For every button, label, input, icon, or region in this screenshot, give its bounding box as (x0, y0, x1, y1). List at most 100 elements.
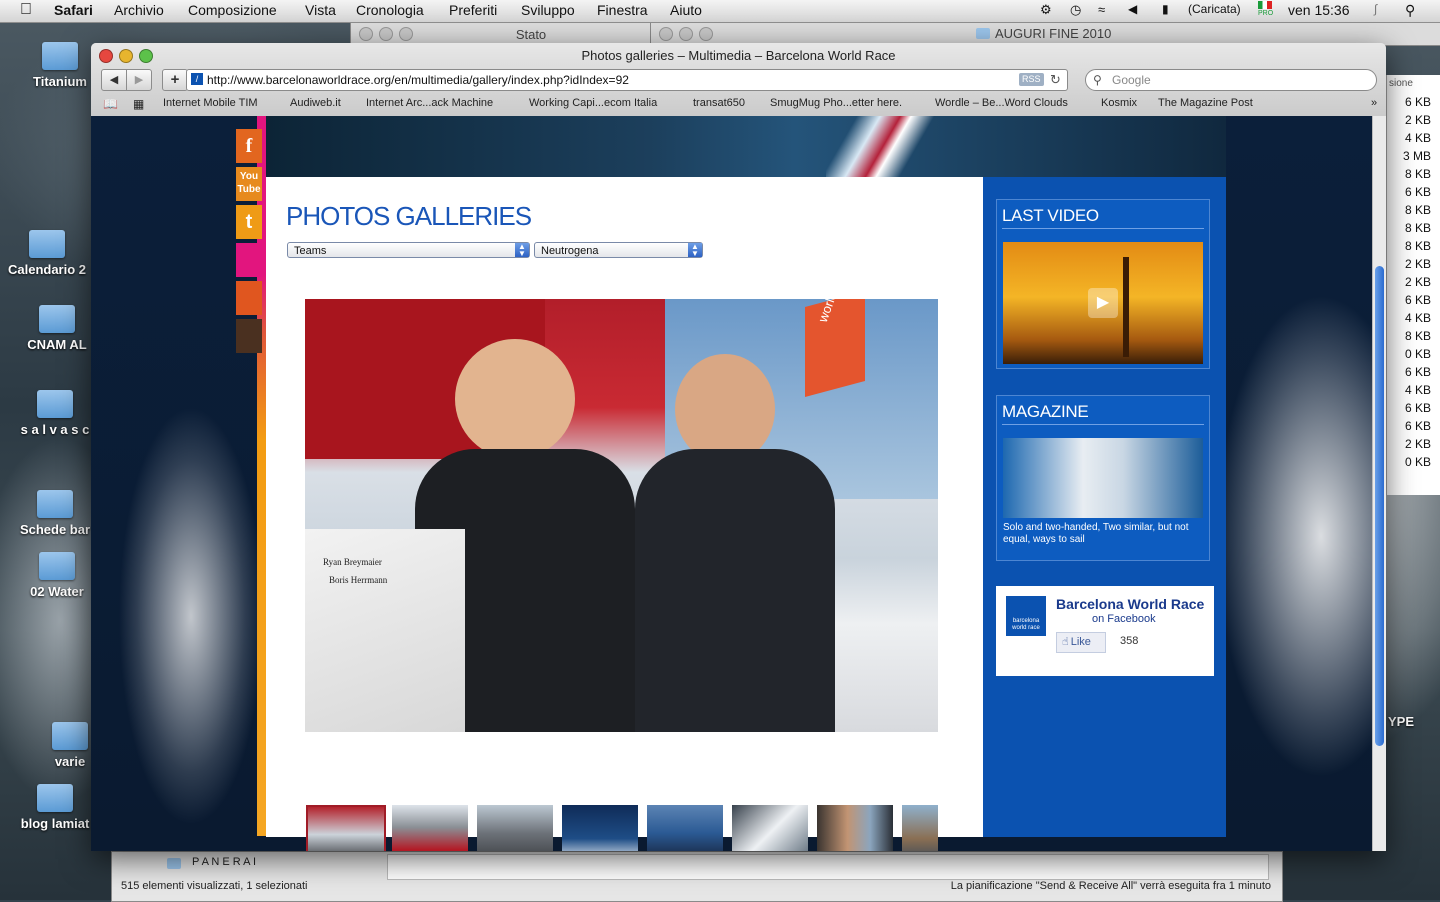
facebook-icon[interactable]: f (236, 129, 262, 163)
menu-composizione[interactable]: Composizione (188, 2, 277, 18)
social-slot (236, 319, 262, 353)
bookmark-item[interactable]: Wordle – Be...Word Clouds (935, 97, 1068, 109)
page-title: PHOTOS GALLERIES (286, 201, 532, 231)
app-menu[interactable]: Safari (54, 2, 93, 18)
last-video-thumbnail[interactable]: ▶ (1003, 242, 1203, 364)
back-arrow-icon: ◀ (109, 74, 119, 86)
search-field[interactable]: ⚲ Google (1085, 69, 1377, 91)
menu-preferiti[interactable]: Preferiti (449, 2, 497, 18)
facebook-like-button[interactable]: ☝ Like (1056, 632, 1106, 653)
bookmark-item[interactable]: SmugMug Pho...etter here. (770, 97, 902, 109)
address-bar[interactable]: / http://www.barcelonaworldrace.org/en/m… (186, 69, 1068, 91)
clock[interactable]: ven 15:36 (1288, 2, 1350, 18)
menu-sviluppo[interactable]: Sviluppo (521, 2, 575, 18)
size-cell: 2 KB (1404, 113, 1431, 127)
reading-list-icon[interactable]: 📖 (103, 97, 118, 111)
menu-finestra[interactable]: Finestra (597, 2, 648, 18)
size-cell: 6 KB (1404, 185, 1431, 199)
battery-icon[interactable]: ▮ (1162, 2, 1169, 16)
last-video-panel: LAST VIDEO ▶ (996, 199, 1210, 369)
size-cell: 4 KB (1404, 311, 1431, 325)
menu-aiuto[interactable]: Aiuto (670, 2, 702, 18)
close-icon[interactable] (659, 27, 673, 41)
reload-icon[interactable]: ↻ (1050, 70, 1061, 90)
site-favicon-icon: / (191, 73, 203, 85)
thumbnail-4[interactable] (562, 805, 638, 851)
wifi-icon[interactable]: ≈ (1098, 2, 1105, 17)
thumbnail-8-partial[interactable] (902, 805, 938, 851)
folder-icon (52, 722, 88, 750)
page-scrollbar[interactable] (1372, 116, 1386, 851)
size-cell: 4 KB (1404, 131, 1431, 145)
size-cell: 3 MB (1402, 149, 1431, 163)
bookmark-item[interactable]: Kosmix (1101, 97, 1137, 109)
play-icon[interactable]: ▶ (1088, 288, 1118, 318)
size-cell: 8 KB (1404, 203, 1431, 217)
thumbnail-1-selected[interactable] (306, 805, 386, 851)
facebook-page-name[interactable]: Barcelona World Race (1056, 596, 1206, 612)
menu-cronologia[interactable]: Cronologia (356, 2, 424, 18)
magazine-panel: MAGAZINE Solo and two-handed, Two simila… (996, 395, 1210, 561)
volume-icon[interactable]: ◀ (1128, 2, 1137, 16)
gallery-main-photo[interactable]: world race Ryan Breymaier Boris Herrmann (305, 299, 938, 732)
rss-button[interactable]: RSS (1019, 73, 1044, 86)
add-bookmark-button[interactable]: + (162, 69, 188, 91)
bookmarks-overflow-icon[interactable]: » (1371, 97, 1377, 109)
finder-size-column: sione 6 KB 2 KB 4 KB 3 MB 8 KB 6 KB 8 KB… (1386, 75, 1440, 495)
bookmark-item[interactable]: Internet Mobile TIM (163, 97, 258, 109)
scrollbar-thumb[interactable] (1375, 266, 1384, 746)
size-cell: 0 KB (1404, 455, 1431, 469)
bookmark-item[interactable]: Audiweb.it (290, 97, 341, 109)
thumbnail-2[interactable] (392, 805, 468, 851)
minimize-icon[interactable] (679, 27, 693, 41)
desktop-label-ype: YPE (1388, 714, 1415, 729)
barcelona-world-race-logo[interactable]: barcelona world race (1006, 596, 1046, 636)
spotlight-icon[interactable]: ⚲ (1405, 2, 1415, 19)
facebook-on-label: on Facebook (1092, 613, 1156, 625)
photo-person-2-jacket (635, 449, 835, 732)
twitter-icon[interactable]: t (236, 205, 262, 239)
sync-icon[interactable]: ⚙ (1040, 2, 1052, 18)
size-cell: 6 KB (1404, 95, 1431, 109)
forward-button[interactable]: ▶ (126, 69, 152, 91)
photo-person-1-face (455, 339, 575, 459)
apple-menu-icon[interactable]:  (20, 1, 32, 19)
flag-icon[interactable] (1258, 1, 1272, 9)
dropdown-arrows-icon: ▲ ▼ (688, 243, 702, 258)
panerai-folder[interactable]: P A N E R A I (192, 856, 256, 868)
photo-name-1: Ryan Breymaier (323, 557, 382, 567)
folder-icon (39, 305, 75, 333)
bookmark-item[interactable]: transat650 (693, 97, 745, 109)
top-sites-icon[interactable]: ▦ (133, 97, 144, 111)
desktop-folder-calendario[interactable]: Calendario 2 (0, 230, 102, 277)
size-cell: 6 KB (1404, 293, 1431, 307)
magazine-caption[interactable]: Solo and two-handed, Two similar, but no… (1003, 522, 1203, 546)
size-cell: 8 KB (1404, 167, 1431, 181)
web-page: f You Tube t PHOTOS GALLERIES Teams ▲ ▼ N… (91, 116, 1386, 851)
magazine-thumbnail[interactable] (1003, 438, 1203, 518)
window-title: Photos galleries – Multimedia – Barcelon… (581, 48, 896, 63)
team-dropdown[interactable]: Neutrogena ▲ ▼ (534, 242, 703, 258)
thumbnail-3[interactable] (477, 805, 553, 851)
size-cell: 2 KB (1404, 437, 1431, 451)
back-button[interactable]: ◀ (101, 69, 127, 91)
flag-label: PRO (1258, 10, 1274, 17)
video-mast (1123, 257, 1129, 357)
social-slot (236, 281, 262, 315)
thumbnail-5[interactable] (647, 805, 723, 851)
bluetooth-icon[interactable]: ∫ (1374, 2, 1377, 16)
forward-arrow-icon: ▶ (134, 74, 144, 86)
gallery-content: PHOTOS GALLERIES Teams ▲ ▼ Neutrogena ▲ ▼ … (266, 177, 983, 851)
bookmark-item[interactable]: Internet Arc...ack Machine (366, 97, 493, 109)
bookmark-item[interactable]: The Magazine Post (1158, 97, 1253, 109)
time-machine-icon[interactable]: ◷ (1070, 2, 1081, 18)
thumbnail-6[interactable] (732, 805, 808, 851)
zoom-icon[interactable] (699, 27, 713, 41)
menu-vista[interactable]: Vista (305, 2, 336, 18)
thumbnail-7[interactable] (817, 805, 893, 851)
category-dropdown[interactable]: Teams ▲ ▼ (287, 242, 530, 258)
youtube-icon[interactable]: You Tube (236, 167, 262, 201)
bookmark-item[interactable]: Working Capi...ecom Italia (529, 97, 657, 109)
menu-archivio[interactable]: Archivio (114, 2, 164, 18)
battery-status[interactable]: (Caricata) (1188, 2, 1241, 16)
